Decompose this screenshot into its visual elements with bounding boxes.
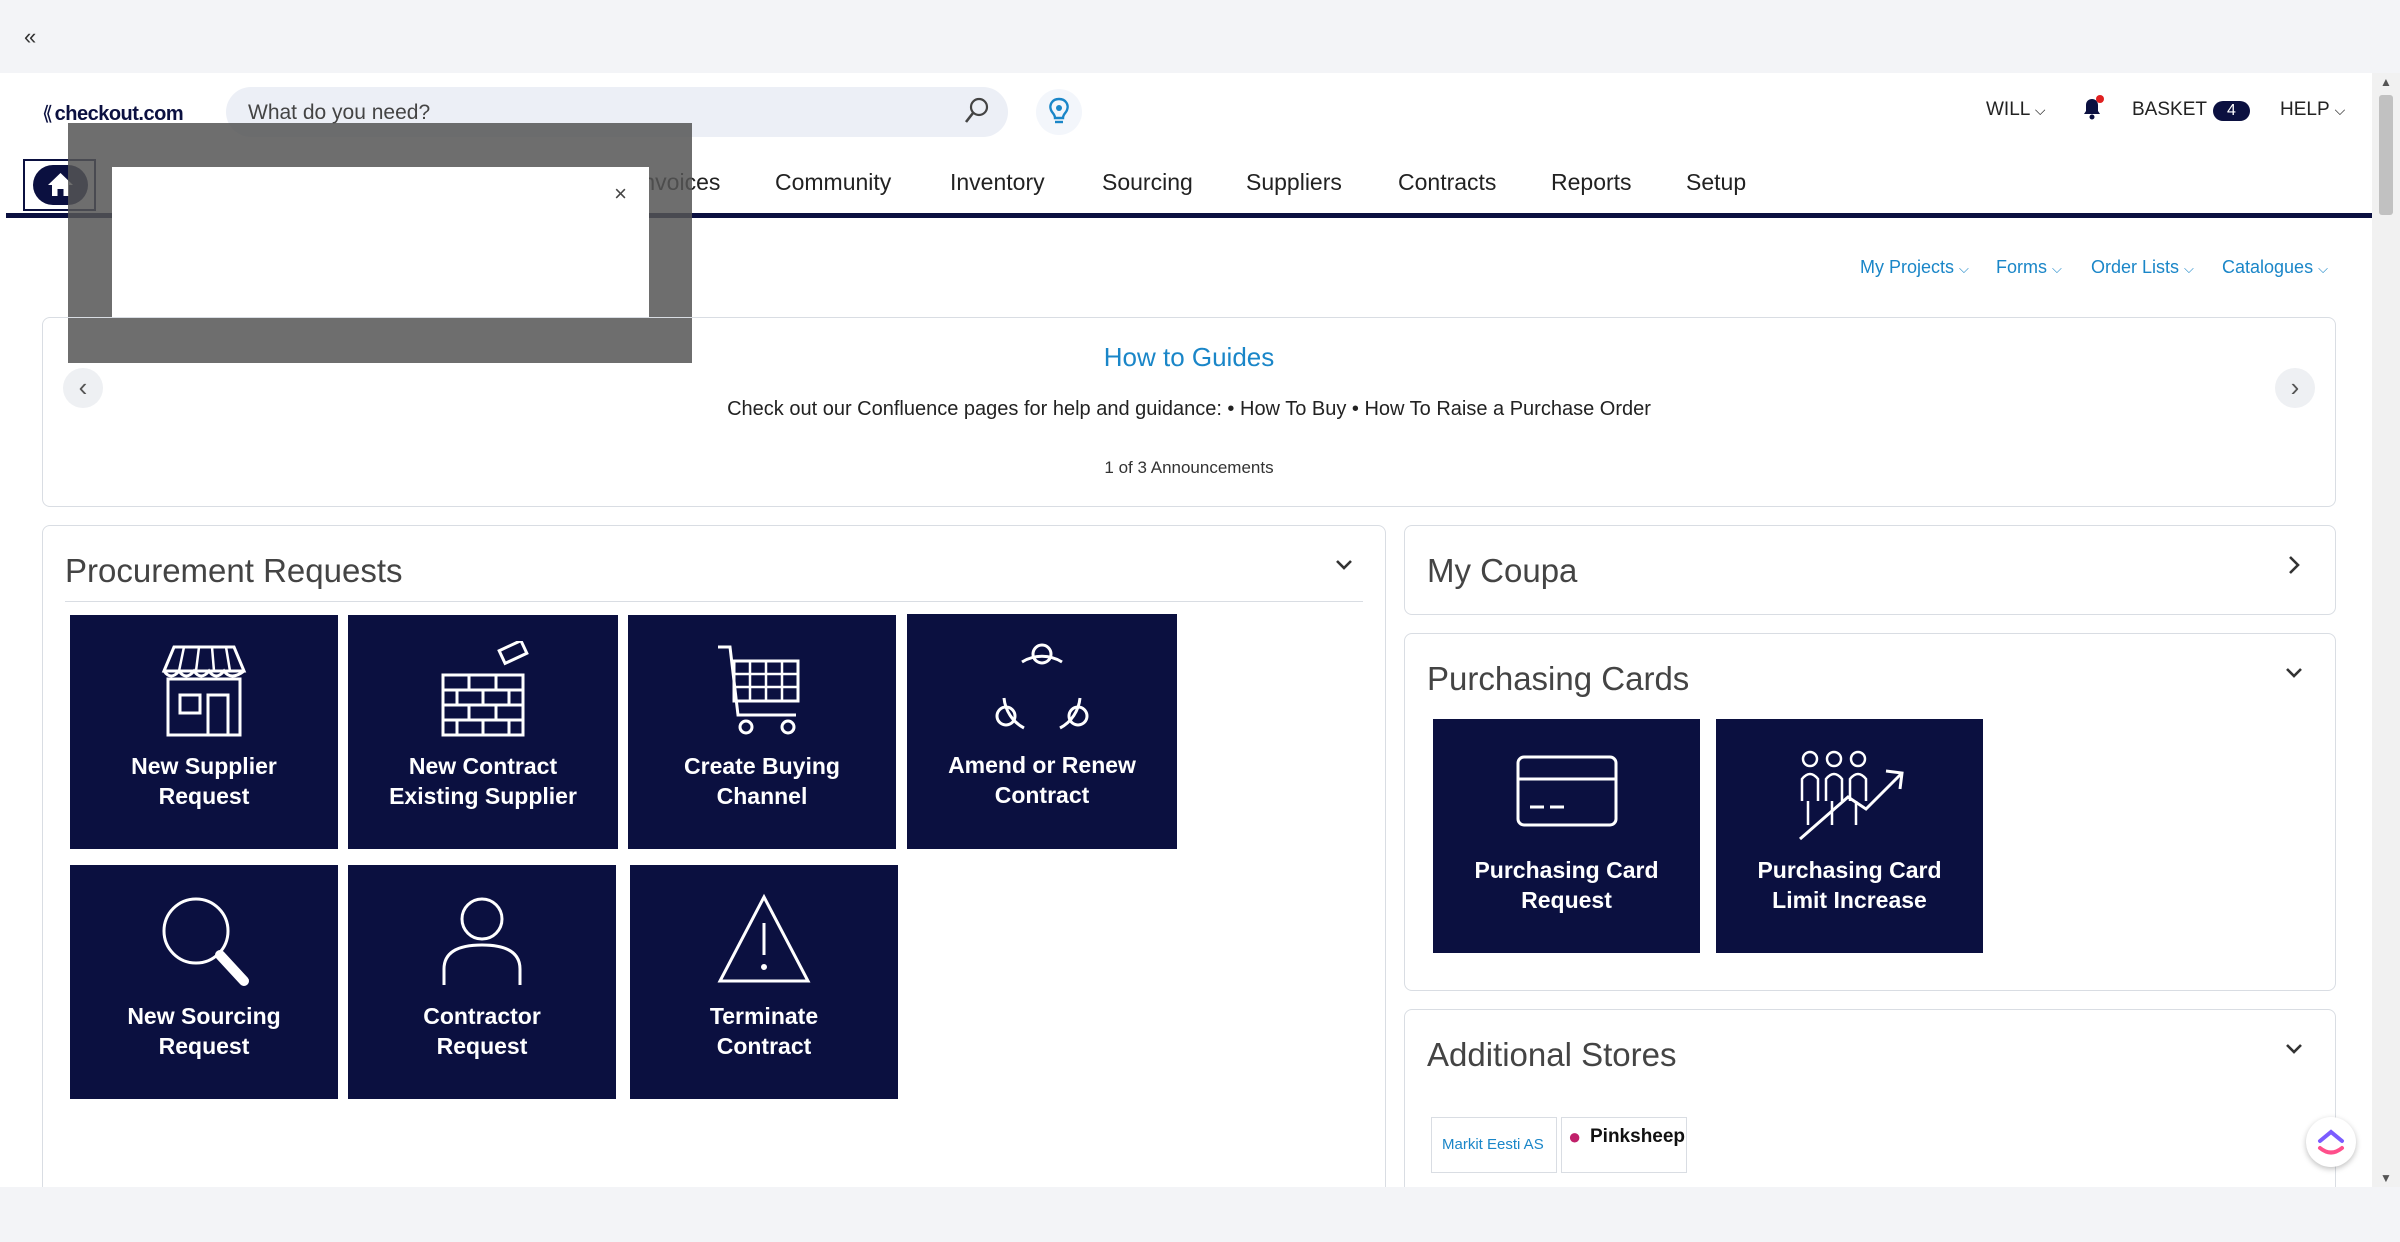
catalogues-link[interactable]: Catalogues ⌵ xyxy=(2222,257,2328,278)
tile-label: Contractor Request xyxy=(423,1003,541,1059)
nav-suppliers[interactable]: Suppliers xyxy=(1246,169,1342,196)
order-lists-label: Order Lists xyxy=(2091,257,2180,277)
scrollbar-thumb[interactable] xyxy=(2379,95,2393,215)
chevron-down-icon: ⌵ xyxy=(1959,261,1969,276)
scroll-up-icon[interactable]: ▲ xyxy=(2372,75,2400,89)
tile-label: New Contract Existing Supplier xyxy=(389,753,577,809)
store-pinksheep[interactable]: ● Pinksheep xyxy=(1561,1117,1687,1173)
tile-label: Purchasing Card Request xyxy=(1474,857,1659,913)
tile-label: Terminate Contract xyxy=(709,1003,819,1059)
announcements-carousel: How to Guides Check out our Confluence p… xyxy=(42,317,2336,507)
nav-community[interactable]: Community xyxy=(775,169,891,196)
chevron-down-icon[interactable] xyxy=(2281,1036,2307,1062)
shop-icon xyxy=(161,645,247,737)
popup-dialog: × xyxy=(112,167,649,318)
magnifier-icon xyxy=(162,897,249,986)
chevron-down-icon: ⌵ xyxy=(2052,261,2062,276)
credit-card-icon xyxy=(1516,755,1617,827)
chevron-right-icon[interactable] xyxy=(2281,552,2307,578)
people-growth-icon xyxy=(1798,750,1904,841)
page-scrollbar[interactable]: ▲ ▼ xyxy=(2372,73,2400,1187)
tile-label: New Sourcing Request xyxy=(127,1003,281,1059)
my-projects-link[interactable]: My Projects ⌵ xyxy=(1860,257,1969,278)
brick-wall-icon xyxy=(441,641,529,737)
notifications-button[interactable] xyxy=(2080,95,2104,127)
person-icon xyxy=(442,897,522,985)
amend-or-renew-contract-tile[interactable]: Amend or Renew Contract xyxy=(907,614,1177,849)
tile-label: Purchasing Card Limit Increase xyxy=(1757,857,1942,913)
brand-text: checkout.com xyxy=(54,103,184,125)
chevron-right-icon[interactable]: › xyxy=(2275,368,2315,408)
store-label: Pinksheep xyxy=(1590,1126,1686,1147)
nav-contracts[interactable]: Contracts xyxy=(1398,169,1496,196)
sheep-logo-icon: ● xyxy=(1568,1124,1582,1149)
browser-top-strip: « xyxy=(0,0,2400,73)
order-lists-link[interactable]: Order Lists ⌵ xyxy=(2091,257,2194,278)
user-menu[interactable]: WILL ⌵ xyxy=(1986,99,2046,121)
app-mini-logo[interactable]: « xyxy=(24,24,36,50)
tile-label: Amend or Renew Contract xyxy=(948,752,1136,808)
panel-title: Purchasing Cards xyxy=(1427,660,1690,697)
nav-reports[interactable]: Reports xyxy=(1551,169,1632,196)
chevron-down-icon[interactable] xyxy=(1331,552,1357,578)
close-icon[interactable]: × xyxy=(614,181,627,207)
tile-label: New Supplier Request xyxy=(131,753,277,809)
panel-title: Procurement Requests xyxy=(65,552,403,589)
cycle-icon xyxy=(995,643,1089,730)
lightbulb-icon[interactable] xyxy=(1036,89,1082,135)
announcement-count: 1 of 3 Announcements xyxy=(1104,458,1274,477)
search-input[interactable]: What do you need? xyxy=(248,101,430,125)
my-coupa-panel[interactable]: My Coupa xyxy=(1404,525,2336,615)
forms-label: Forms xyxy=(1996,257,2047,277)
help-label: HELP xyxy=(2280,99,2330,120)
basket-count-badge: 4 xyxy=(2212,101,2250,121)
new-contract-existing-supplier-tile[interactable]: New Contract Existing Supplier xyxy=(348,615,618,849)
new-supplier-request-tile[interactable]: New Supplier Request xyxy=(70,615,338,849)
basket-button[interactable]: BASKET 4 xyxy=(2132,99,2250,121)
bell-icon xyxy=(2084,95,2104,120)
nav-setup[interactable]: Setup xyxy=(1686,169,1746,196)
chevron-down-icon: ⌵ xyxy=(2034,102,2046,118)
chevron-left-icon[interactable]: ‹ xyxy=(63,368,103,408)
scroll-down-icon[interactable]: ▼ xyxy=(2372,1171,2400,1185)
forms-link[interactable]: Forms ⌵ xyxy=(1996,257,2062,278)
nav-sourcing[interactable]: Sourcing xyxy=(1102,169,1193,196)
purchasing-card-request-tile[interactable]: Purchasing Card Request xyxy=(1433,719,1700,953)
chevron-down-icon[interactable] xyxy=(2281,660,2307,686)
announcement-body: Check out our Confluence pages for help … xyxy=(727,398,1651,420)
clickup-fab-icon[interactable] xyxy=(2306,1117,2356,1167)
announcement-title[interactable]: How to Guides xyxy=(43,342,2335,373)
user-name: WILL xyxy=(1986,99,2030,120)
catalogues-label: Catalogues xyxy=(2222,257,2314,277)
cart-icon xyxy=(718,645,800,735)
chevron-down-icon: ⌵ xyxy=(2184,261,2194,276)
nav-inventory[interactable]: Inventory xyxy=(950,169,1045,196)
contractor-request-tile[interactable]: Contractor Request xyxy=(348,865,616,1099)
new-sourcing-request-tile[interactable]: New Sourcing Request xyxy=(70,865,338,1099)
terminate-contract-tile[interactable]: Terminate Contract xyxy=(630,865,898,1099)
search-icon[interactable] xyxy=(964,97,990,125)
help-menu[interactable]: HELP ⌵ xyxy=(2280,99,2345,121)
checkout-logo-icon: ⟪ xyxy=(42,103,53,125)
main-page: ⟪ checkout.com What do you need? WILL ⌵ B… xyxy=(0,73,2372,1187)
purchasing-card-limit-increase-tile[interactable]: Purchasing Card Limit Increase xyxy=(1716,719,1983,953)
tile-label: Create Buying Channel xyxy=(684,753,840,809)
panel-title: Additional Stores xyxy=(1427,1036,1677,1073)
panel-title: My Coupa xyxy=(1427,552,1578,589)
my-projects-label: My Projects xyxy=(1860,257,1955,277)
store-markit-eesti[interactable]: Markit Eesti AS xyxy=(1431,1117,1557,1173)
chevron-down-icon: ⌵ xyxy=(2334,102,2346,118)
store-label: Markit Eesti AS xyxy=(1442,1136,1544,1153)
warning-icon xyxy=(717,893,811,983)
create-buying-channel-tile[interactable]: Create Buying Channel xyxy=(628,615,896,849)
basket-label: BASKET xyxy=(2132,99,2207,120)
browser-bottom-strip xyxy=(0,1187,2400,1242)
panel-divider xyxy=(65,601,1363,602)
chevron-down-icon: ⌵ xyxy=(2318,261,2328,276)
